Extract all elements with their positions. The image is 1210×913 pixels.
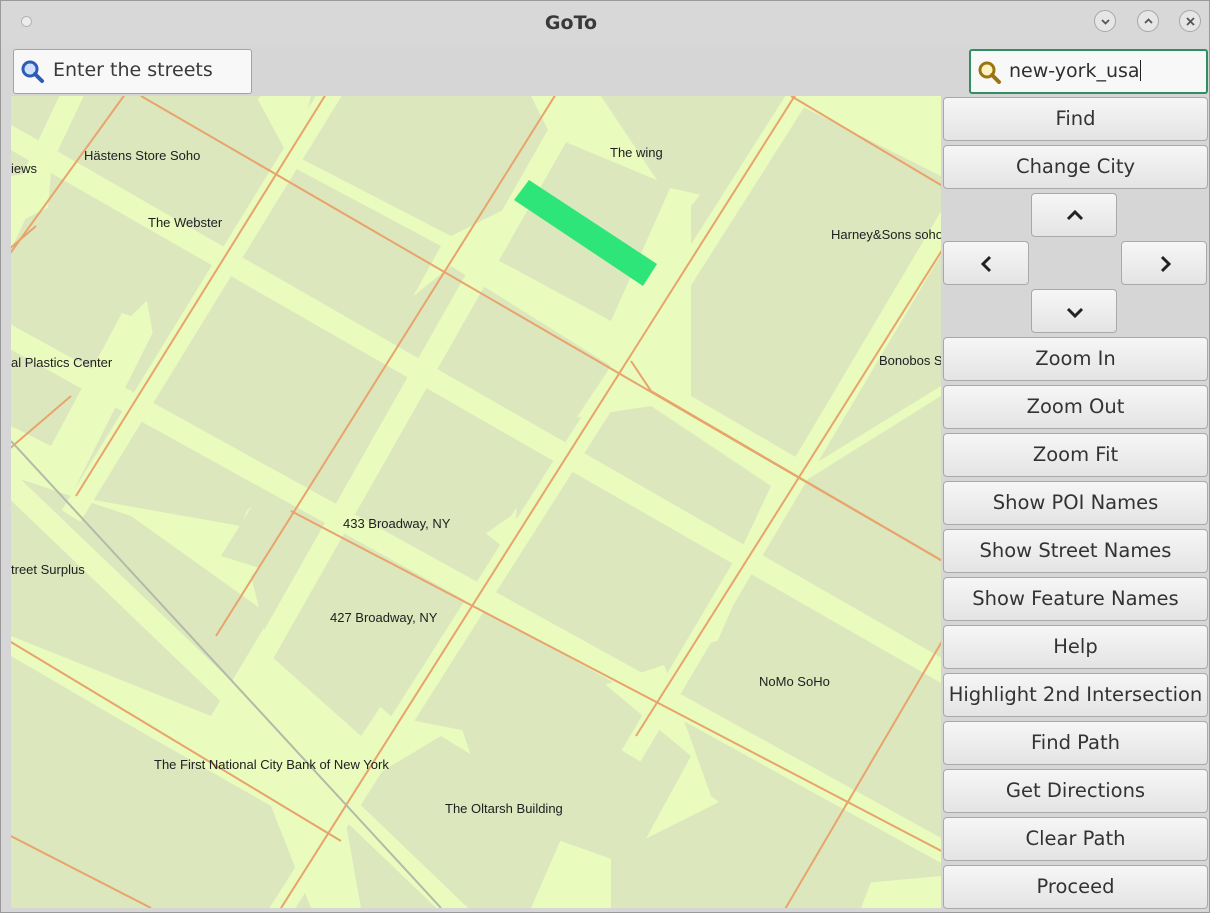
street-search-text: Enter the streets <box>53 59 213 81</box>
chevron-left-icon <box>980 255 992 273</box>
show-feature-names-button[interactable]: Show Feature Names <box>943 577 1208 621</box>
pan-down-button[interactable] <box>1031 289 1117 333</box>
close-icon <box>1186 17 1195 26</box>
change-city-button[interactable]: Change City <box>943 145 1208 189</box>
poi-label[interactable]: NoMo SoHo <box>759 674 830 689</box>
pan-right-button[interactable] <box>1121 241 1207 285</box>
window-title: GoTo <box>544 12 598 34</box>
highlight-2nd-intersection-button[interactable]: Highlight 2nd Intersection <box>943 673 1208 717</box>
title-bar: GoTo <box>1 1 1209 47</box>
zoom-out-button[interactable]: Zoom Out <box>943 385 1208 429</box>
help-button[interactable]: Help <box>943 625 1208 669</box>
chevron-down-icon <box>1101 19 1110 25</box>
poi-label[interactable]: treet Surplus <box>11 562 85 577</box>
find-path-button[interactable]: Find Path <box>943 721 1208 765</box>
chevron-up-icon <box>1066 209 1084 221</box>
goto-window: GoTo Enter the streets new-york_usa iews… <box>0 0 1210 913</box>
pan-left-button[interactable] <box>943 241 1029 285</box>
poi-label[interactable]: Bonobos S <box>879 353 941 368</box>
map-canvas[interactable]: iews Hästens Store Soho The Webster The … <box>11 96 941 908</box>
search-icon <box>978 61 1001 84</box>
poi-label[interactable]: The First National City Bank of New York <box>154 757 389 772</box>
city-search-value: new-york_usa <box>1009 60 1140 82</box>
street-search-input[interactable]: Enter the streets <box>13 49 252 94</box>
pan-up-button[interactable] <box>1031 193 1117 237</box>
show-poi-names-button[interactable]: Show POI Names <box>943 481 1208 525</box>
poi-label[interactable]: Hästens Store Soho <box>84 148 200 163</box>
chevron-down-icon <box>1066 307 1084 319</box>
minimize-button[interactable] <box>1094 10 1116 32</box>
poi-label[interactable]: The Oltarsh Building <box>445 801 563 816</box>
close-button[interactable] <box>1179 10 1201 32</box>
zoom-fit-button[interactable]: Zoom Fit <box>943 433 1208 477</box>
poi-label[interactable]: iews <box>11 161 37 176</box>
maximize-button[interactable] <box>1137 10 1159 32</box>
find-button[interactable]: Find <box>943 97 1208 141</box>
get-directions-button[interactable]: Get Directions <box>943 769 1208 813</box>
chevron-up-icon <box>1144 18 1153 24</box>
poi-label[interactable]: Harney&Sons soho <box>831 227 941 242</box>
poi-label[interactable]: al Plastics Center <box>11 355 112 370</box>
zoom-in-button[interactable]: Zoom In <box>943 337 1208 381</box>
poi-label[interactable]: 433 Broadway, NY <box>343 516 450 531</box>
text-caret <box>1139 60 1141 81</box>
proceed-button[interactable]: Proceed <box>943 865 1208 909</box>
chevron-right-icon <box>1160 255 1172 273</box>
city-search-input[interactable]: new-york_usa <box>969 49 1208 94</box>
search-icon <box>21 60 44 83</box>
poi-label[interactable]: The Webster <box>148 215 222 230</box>
city-search-text: new-york_usa <box>1009 60 1141 82</box>
show-street-names-button[interactable]: Show Street Names <box>943 529 1208 573</box>
poi-label[interactable]: The wing <box>610 145 663 160</box>
poi-label[interactable]: 427 Broadway, NY <box>330 610 437 625</box>
clear-path-button[interactable]: Clear Path <box>943 817 1208 861</box>
